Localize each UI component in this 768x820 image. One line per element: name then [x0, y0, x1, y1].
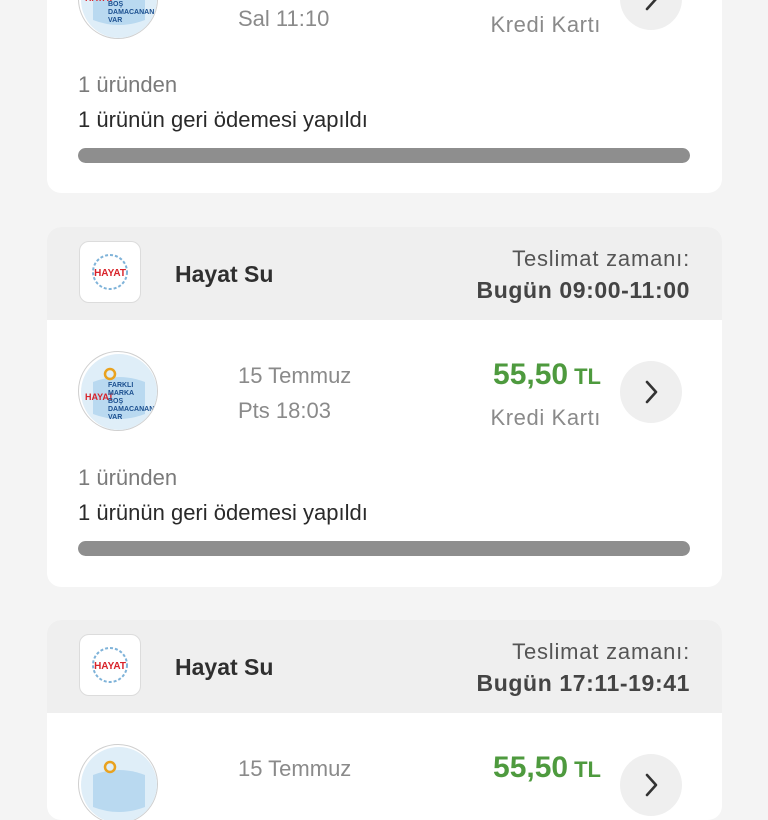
item-count-text: 1 üründen	[78, 465, 178, 490]
item-count-text: 1 üründen	[78, 72, 178, 97]
svg-text:FARKLI: FARKLI	[108, 382, 133, 389]
refund-status-text: 1 ürünün geri ödemesi yapıldı	[78, 500, 368, 525]
store-name: Hayat Su	[175, 261, 274, 287]
order-detail-button[interactable]	[620, 754, 682, 816]
order-card[interactable]: HAYAT Hayat Su Teslimat zamanı: Bugün 17…	[47, 620, 722, 820]
price-currency: TL	[574, 364, 601, 389]
hayat-logo-icon: HAYAT	[92, 647, 128, 683]
water-bottle-image: HAYAT MARKA BOŞ DAMACANAN VAR	[81, 0, 157, 38]
refund-status-text: 1 ürünün geri ödemesi yapıldı	[78, 107, 368, 132]
card-header: HAYAT Hayat Su Teslimat zamanı: Bugün 17…	[47, 620, 722, 713]
refund-progress-fill	[78, 541, 690, 556]
chevron-right-icon	[645, 773, 658, 797]
refund-progress-bar	[78, 148, 690, 163]
svg-text:DAMACANAN: DAMACANAN	[108, 406, 154, 413]
order-date: 15 Temmuz	[238, 363, 352, 388]
svg-text:MARKA: MARKA	[108, 390, 134, 397]
water-bottle-image	[81, 747, 157, 820]
delivery-label: Teslimat zamanı:	[512, 246, 690, 271]
chevron-right-icon	[645, 0, 657, 11]
svg-text:DAMACANAN: DAMACANAN	[108, 9, 154, 16]
svg-text:BOŞ: BOŞ	[108, 1, 124, 8]
order-detail-button[interactable]	[620, 0, 682, 30]
order-detail-button[interactable]	[620, 361, 682, 423]
product-image: HAYAT FARKLI MARKA BOŞ DAMACANAN VAR	[78, 351, 158, 431]
product-image	[78, 744, 158, 820]
store-logo: HAYAT	[79, 241, 141, 303]
store-name: Hayat Su	[175, 654, 274, 680]
svg-text:HAYAT: HAYAT	[94, 661, 126, 672]
order-date: 15 Temmuz	[238, 756, 352, 781]
svg-text:BOŞ: BOŞ	[108, 398, 124, 405]
order-card[interactable]: HAYAT MARKA BOŞ DAMACANAN VAR Sal 11:10 …	[47, 0, 722, 193]
order-price: 55,50 TL	[493, 751, 601, 785]
hayat-logo-icon: HAYAT	[92, 254, 128, 290]
order-card[interactable]: HAYAT Hayat Su Teslimat zamanı: Bugün 09…	[47, 227, 722, 587]
order-price: 55,50 TL	[493, 358, 601, 392]
payment-method: Kredi Kartı	[490, 405, 601, 430]
refund-progress-fill	[78, 148, 690, 163]
delivery-time: Bugün 17:11-19:41	[476, 670, 690, 696]
price-currency: TL	[574, 757, 601, 782]
refund-progress-bar	[78, 541, 690, 556]
order-time: Sal 11:10	[238, 6, 330, 31]
price-amount: 55,50	[493, 358, 569, 391]
svg-text:HAYAT: HAYAT	[94, 268, 126, 279]
svg-text:VAR: VAR	[108, 414, 122, 421]
svg-text:VAR: VAR	[108, 17, 122, 24]
chevron-right-icon	[645, 380, 658, 404]
product-image: HAYAT MARKA BOŞ DAMACANAN VAR	[78, 0, 158, 39]
store-logo: HAYAT	[79, 634, 141, 696]
order-time: Pts 18:03	[238, 398, 331, 423]
water-bottle-image: HAYAT FARKLI MARKA BOŞ DAMACANAN VAR	[81, 354, 157, 430]
card-header: HAYAT Hayat Su Teslimat zamanı: Bugün 09…	[47, 227, 722, 320]
payment-method: Kredi Kartı	[490, 12, 601, 37]
delivery-label: Teslimat zamanı:	[512, 639, 690, 664]
delivery-time: Bugün 09:00-11:00	[476, 277, 690, 303]
